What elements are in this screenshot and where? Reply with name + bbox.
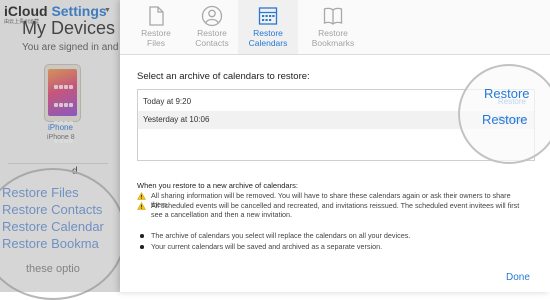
archive-prompt: Select an archive of calendars to restor… [137,71,310,82]
tab-restore-contacts[interactable]: Restore Contacts [184,0,240,54]
tab-restore-calendars[interactable]: Restore Calendars [238,0,298,54]
restore-toolbar: Restore Files Restore Contacts Restore C… [120,0,550,55]
bullet-icon [140,245,144,249]
warning-icon [137,202,146,210]
archive-date: Yesterday at 10:06 [143,115,210,124]
note-text: All scheduled events will be cancelled a… [151,201,520,219]
note-text: Your current calendars will be saved and… [151,242,383,251]
tab-restore-bookmarks[interactable]: Restore Bookmarks [302,0,364,54]
tab-label: Restore Calendars [248,28,288,48]
done-button[interactable]: Done [506,272,530,283]
tab-label: Restore Contacts [195,28,229,48]
warning-icon [137,192,146,200]
note-text: The archive of calendars you select will… [151,231,411,240]
archive-date: Today at 9:20 [143,97,192,106]
contacts-icon [201,5,223,27]
file-icon [149,6,164,26]
tab-restore-files[interactable]: Restore Files [130,0,182,54]
bookmarks-icon [323,7,343,25]
notes-heading: When you restore to a new archive of cal… [137,181,298,190]
calendar-icon [258,7,278,25]
tab-label: Restore Bookmarks [311,28,355,48]
restore-button-zoomed[interactable]: Restore [482,112,528,127]
restore-dialog: Restore Files Restore Contacts Restore C… [120,0,550,292]
bullet-icon [140,234,144,238]
restore-button-zoomed[interactable]: Restore [484,86,530,101]
tab-label: Restore Files [141,28,171,48]
